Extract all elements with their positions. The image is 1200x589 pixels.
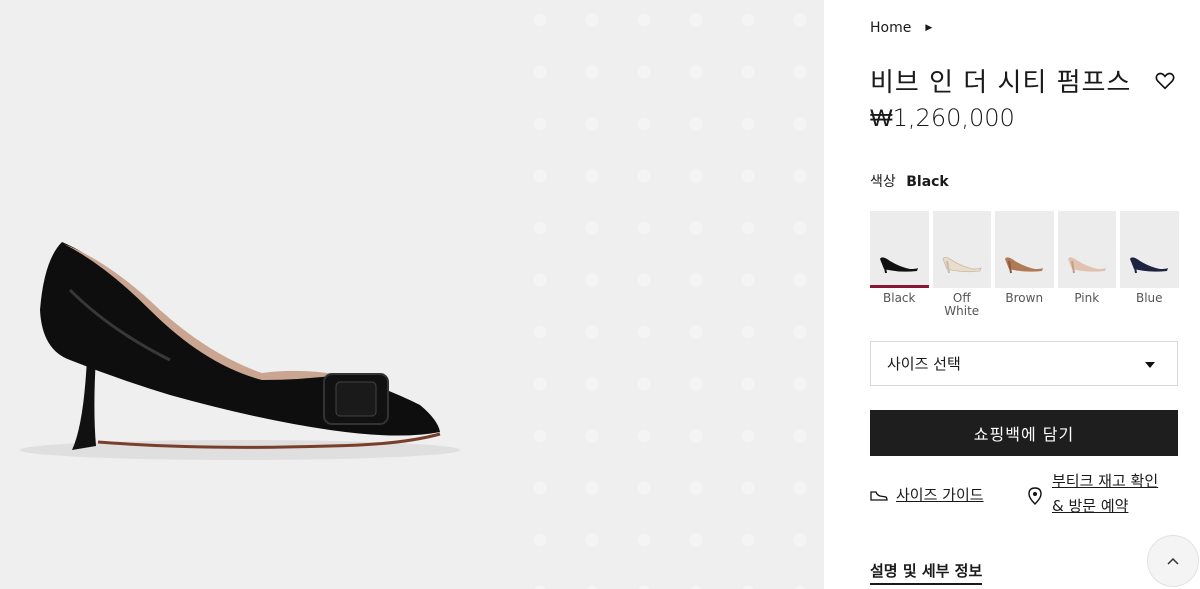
- swatch-label: Off White: [944, 291, 980, 318]
- size-select[interactable]: 사이즈 선택: [870, 341, 1178, 386]
- product-gallery: [0, 0, 824, 589]
- product-price: ₩1,260,000: [870, 104, 1015, 132]
- swatch-label: Blue: [1135, 291, 1163, 305]
- caret-right-icon: ▶: [925, 23, 933, 33]
- location-pin-icon: [1028, 487, 1042, 505]
- color-swatches: Black Off White Brown Pink Blue: [870, 211, 1179, 318]
- swatch-off-white[interactable]: Off White: [932, 211, 991, 318]
- boutique-stock-text: 부티크 재고 확인 & 방문 예약: [1052, 469, 1158, 519]
- color-label: 색상: [870, 174, 896, 190]
- size-select-placeholder: 사이즈 선택: [887, 355, 961, 373]
- shoe-size-icon: [870, 490, 888, 501]
- shoe-thumbnail-icon: [880, 257, 919, 274]
- shoe-thumbnail-icon: [942, 257, 982, 274]
- stock-line-1: 부티크 재고 확인: [1052, 472, 1159, 490]
- scroll-to-top-button[interactable]: [1147, 535, 1199, 587]
- breadcrumb: Home ▶: [870, 20, 932, 36]
- swatch-label: Brown: [1005, 291, 1044, 305]
- add-to-bag-button[interactable]: 쇼핑백에 담기: [870, 410, 1178, 456]
- shoe-thumbnail-icon: [1130, 257, 1169, 274]
- swatch-thumbnail: [1120, 211, 1179, 288]
- color-selection-label: 색상 Black: [870, 171, 949, 191]
- shoe-product-image: [20, 242, 460, 460]
- size-guide-label: 사이즈 가이드: [896, 486, 984, 504]
- size-guide-link[interactable]: 사이즈 가이드: [870, 484, 984, 505]
- product-info-panel: Home ▶ 비브 인 더 시티 펌프스 ₩1,260,000 색상 Black…: [870, 0, 1180, 589]
- swatch-thumbnail: [1057, 211, 1116, 288]
- breadcrumb-home-link[interactable]: Home: [870, 20, 911, 36]
- swatch-thumbnail: [932, 211, 991, 288]
- shoe-thumbnail-icon: [1067, 257, 1106, 274]
- boutique-stock-link[interactable]: 부티크 재고 확인 & 방문 예약: [1028, 469, 1158, 519]
- caret-down-icon: [1145, 362, 1155, 368]
- stock-line-2: & 방문 예약: [1052, 497, 1129, 515]
- swatch-blue[interactable]: Blue: [1120, 211, 1179, 318]
- swatch-thumbnail: [995, 211, 1054, 288]
- swatch-black[interactable]: Black: [870, 211, 929, 318]
- color-value: Black: [906, 174, 949, 190]
- details-tab[interactable]: 설명 및 세부 정보: [870, 560, 983, 585]
- chevron-up-icon: [1167, 557, 1179, 565]
- product-title: 비브 인 더 시티 펌프스: [870, 68, 1132, 98]
- swatch-label: Pink: [1074, 291, 1100, 305]
- swatch-thumbnail: [870, 211, 929, 288]
- swatch-label: Black: [883, 291, 916, 305]
- swatch-pink[interactable]: Pink: [1057, 211, 1116, 318]
- shoe-thumbnail-icon: [1005, 257, 1044, 274]
- heart-icon[interactable]: [1154, 70, 1176, 92]
- swatch-brown[interactable]: Brown: [995, 211, 1054, 318]
